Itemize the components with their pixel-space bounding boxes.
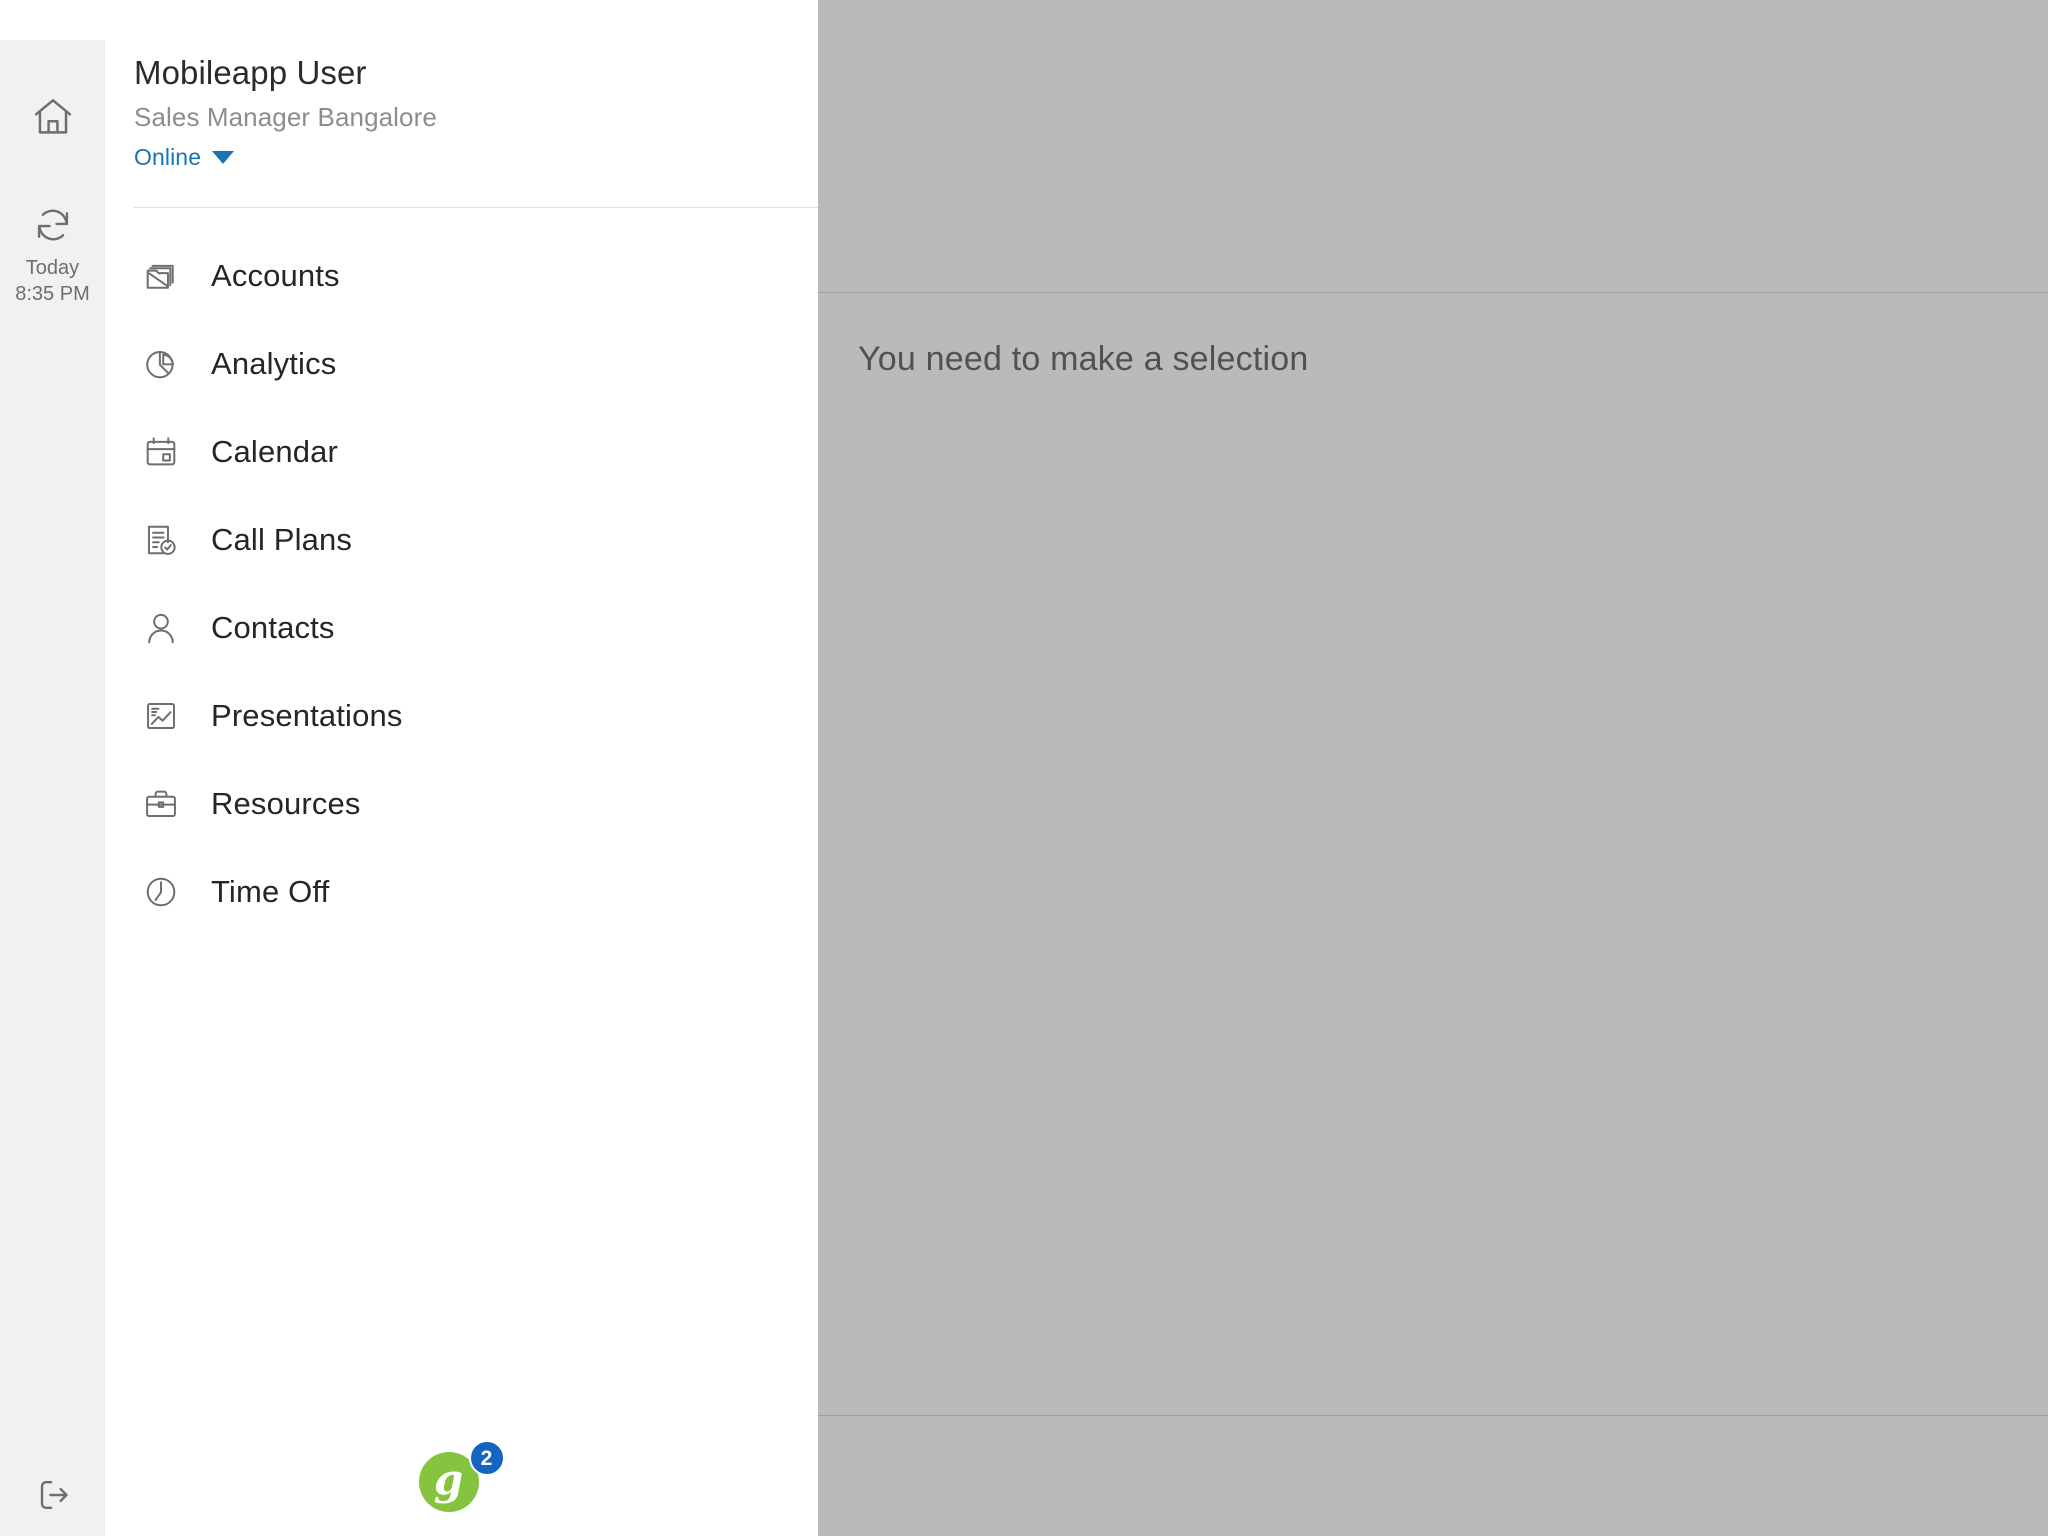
status-dropdown[interactable]: Online	[134, 143, 235, 171]
user-name: Mobileapp User	[134, 54, 367, 91]
rail-home-button[interactable]	[0, 82, 105, 152]
menu-item-contacts[interactable]: Contacts	[105, 584, 818, 672]
menu-item-analytics[interactable]: Analytics	[105, 320, 818, 408]
rail-sync-timestamp: Today 8:35 PM	[15, 255, 89, 308]
menu-label: Contacts	[211, 610, 335, 645]
document-check-icon	[138, 517, 184, 563]
logout-icon	[31, 1473, 75, 1517]
drawer-scrim-overlay[interactable]	[818, 0, 2048, 1536]
briefcase-icon	[138, 781, 184, 827]
drawer-menu-list: Accounts Analytics Calendar Call Plans C…	[105, 232, 818, 936]
menu-label: Analytics	[211, 346, 337, 381]
menu-label: Resources	[211, 786, 361, 821]
rail-logout-button[interactable]	[0, 1460, 105, 1530]
menu-item-accounts[interactable]: Accounts	[105, 232, 818, 320]
navigation-drawer: Mobileapp User Sales Manager Bangalore O…	[105, 0, 818, 1536]
menu-label: Accounts	[211, 258, 340, 293]
logo-letter: g	[433, 1455, 464, 1504]
calendar-icon	[138, 429, 184, 475]
drawer-footer: g 2	[105, 1416, 818, 1536]
app-root: You need to make a selection Today 8:35 …	[0, 0, 2048, 1536]
menu-label: Presentations	[211, 698, 403, 733]
rail-sync-button[interactable]: Today 8:35 PM	[0, 195, 105, 315]
person-icon	[138, 605, 184, 651]
menu-label: Calendar	[211, 434, 339, 469]
home-icon	[30, 94, 76, 140]
app-logo-button[interactable]: g 2	[418, 1440, 505, 1512]
sync-refresh-icon	[31, 203, 75, 247]
menu-label: Time Off	[211, 874, 330, 909]
menu-item-presentations[interactable]: Presentations	[105, 672, 818, 760]
chevron-down-icon	[212, 150, 235, 164]
left-icon-rail: Today 8:35 PM	[0, 40, 105, 1536]
user-role: Sales Manager Bangalore	[134, 102, 437, 133]
sync-time-label: 8:35 PM	[15, 283, 90, 305]
menu-item-time-off[interactable]: Time Off	[105, 848, 818, 936]
drawer-user-header: Mobileapp User Sales Manager Bangalore O…	[105, 0, 818, 171]
clock-icon	[138, 869, 184, 915]
status-label: Online	[134, 143, 202, 170]
menu-label: Call Plans	[211, 522, 353, 557]
menu-item-call-plans[interactable]: Call Plans	[105, 496, 818, 584]
pie-chart-icon	[138, 341, 184, 387]
chart-frame-icon	[138, 693, 184, 739]
accounts-folder-icon	[138, 253, 184, 299]
drawer-header-divider	[134, 207, 818, 208]
notification-badge: 2	[468, 1440, 505, 1476]
menu-item-calendar[interactable]: Calendar	[105, 408, 818, 496]
sync-day-label: Today	[25, 256, 80, 279]
menu-item-resources[interactable]: Resources	[105, 760, 818, 848]
